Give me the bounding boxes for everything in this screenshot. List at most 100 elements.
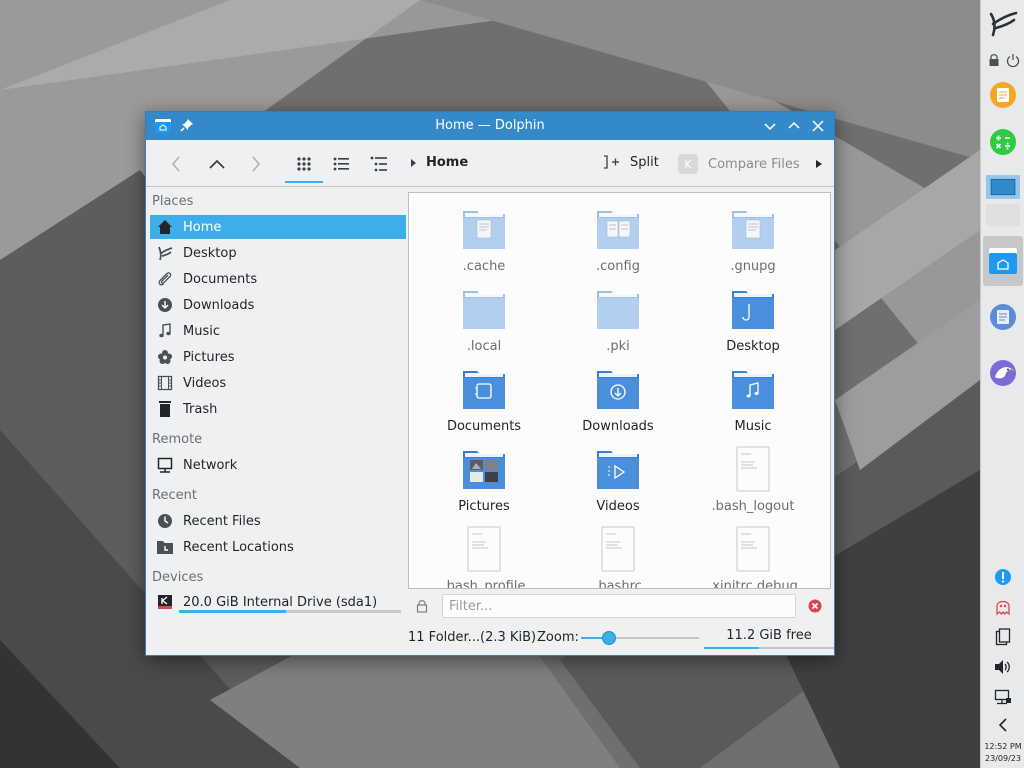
compact-view-button[interactable] [329,152,353,176]
text-editor-icon[interactable] [986,300,1020,334]
flower-icon [156,348,174,366]
place-network[interactable]: Network [150,453,406,477]
zoom-label: Zoom: [537,630,579,645]
music-note-icon [156,322,174,340]
file-name: .bash_logout [711,499,795,514]
notification-icon[interactable] [993,567,1013,587]
place-label: Home [183,219,222,235]
folder-icon [460,365,508,413]
place-trash[interactable]: Trash [150,397,406,421]
network-tray-icon[interactable] [993,687,1013,707]
file-item-documents[interactable]: Documents [419,353,549,434]
ghost-icon[interactable] [993,597,1013,617]
file-item-dot-bashrc[interactable]: .bashrc [553,513,683,589]
file-item-dot-gnupg[interactable]: .gnupg [688,193,818,274]
file-item-downloads[interactable]: Downloads [553,353,683,434]
file-item-dot-local[interactable]: .local [419,273,549,354]
up-button[interactable] [206,152,228,176]
place-music[interactable]: Music [150,319,406,343]
hidden-folder-icon [594,205,642,253]
file-item-dot-bash-logout[interactable]: .bash_logout [688,433,818,514]
file-item-dot-pki[interactable]: .pki [553,273,683,354]
split-label: Split [630,154,659,170]
plasma-panel: 12:52 PM 23/09/23 [980,0,1024,768]
minimize-button[interactable] [762,118,778,134]
file-name: Downloads [582,419,654,434]
remote-section-header: Remote [152,432,203,447]
filter-input[interactable] [442,594,796,618]
expand-tray-icon[interactable] [993,715,1013,735]
lock-screen-icon[interactable] [984,50,1004,70]
breadcrumb-home[interactable]: Home [426,155,468,170]
window-title: Home — Dolphin [435,118,545,133]
hidden-folder-icon [460,205,508,253]
maximize-button[interactable] [786,118,802,134]
breadcrumb-arrow-icon [411,158,416,167]
power-icon[interactable] [1003,50,1023,70]
forward-button[interactable] [246,152,266,176]
place-documents[interactable]: Documents [150,267,406,291]
kompare-icon: K [678,154,698,174]
file-item-videos[interactable]: Videos [553,433,683,514]
file-name: .xinitrc.debug [708,579,798,589]
details-view-button[interactable] [367,152,391,176]
place-pictures[interactable]: Pictures [150,345,406,369]
place-videos[interactable]: Videos [150,371,406,395]
file-name: .config [596,259,640,274]
split-button[interactable]: Split [602,154,659,170]
text-file-icon [729,445,777,493]
breadcrumb[interactable]: Home [410,155,468,170]
clock-date: 23/09/23 [985,754,1021,763]
home-icon [156,218,174,236]
digital-clock[interactable]: 12:52 PM 23/09/23 [981,741,1024,765]
back-button[interactable] [166,152,186,176]
file-item-dot-config[interactable]: .config [553,193,683,274]
filter-bar [408,594,831,618]
icons-view-button[interactable] [292,152,316,176]
file-name: .cache [462,259,506,274]
split-icon [604,155,619,169]
lock-icon[interactable] [416,599,428,617]
place-recent-locations[interactable]: Recent Locations [150,535,406,559]
file-item-pictures[interactable]: Pictures [419,433,549,514]
file-item-dot-bash-profile[interactable]: .bash_profile [419,513,549,588]
place-recent-files[interactable]: Recent Files [150,509,406,533]
place-desktop[interactable]: Desktop [150,241,406,265]
virtual-desktop-2-icon[interactable] [986,198,1020,232]
trash-icon [156,400,174,418]
zoom-slider-handle[interactable] [602,631,617,645]
close-button[interactable] [810,118,826,134]
file-name: .gnupg [730,259,776,274]
calculator-icon[interactable] [986,125,1020,159]
file-name: Documents [446,419,522,434]
zoom-slider[interactable] [581,631,699,645]
file-name: Videos [596,499,640,514]
file-item-dot-xinitrc-debug[interactable]: .xinitrc.debug [688,513,818,589]
hidden-folder-icon [729,205,777,253]
devices-section-header: Devices [152,570,204,585]
file-name: .bashrc [594,579,642,589]
notes-app-icon[interactable] [986,78,1020,112]
application-launcher-icon[interactable] [986,6,1020,40]
place-label: Pictures [183,349,235,365]
status-bar: 11 Folder...(2.3 KiB) Zoom: 11.2 GiB fre… [146,624,834,654]
file-item-music[interactable]: Music [688,353,818,434]
title-bar[interactable]: Home — Dolphin [146,112,834,140]
compare-files-label: Compare Files [708,156,800,172]
place-downloads[interactable]: Downloads [150,293,406,317]
place-home[interactable]: Home [150,215,406,239]
clock-time: 12:52 PM [984,742,1022,751]
drive-usage-fill [179,610,286,613]
file-item-dot-cache[interactable]: .cache [419,193,549,274]
toolbar-overflow-button[interactable] [812,152,826,176]
volume-icon[interactable] [993,657,1013,677]
active-view-indicator [285,181,323,183]
task-dolphin[interactable] [983,236,1023,286]
free-space-label[interactable]: 11.2 GiB free [704,628,834,643]
file-view[interactable]: .cache .config .gnupg .local .pki Desktop Docu… [408,192,831,589]
file-item-desktop[interactable]: Desktop [688,273,818,354]
kdenlive-bird-icon[interactable] [986,356,1020,390]
clear-filter-icon[interactable] [808,599,822,617]
clipboard-icon[interactable] [993,627,1013,647]
compare-files-button[interactable]: K Compare Files [678,154,800,174]
